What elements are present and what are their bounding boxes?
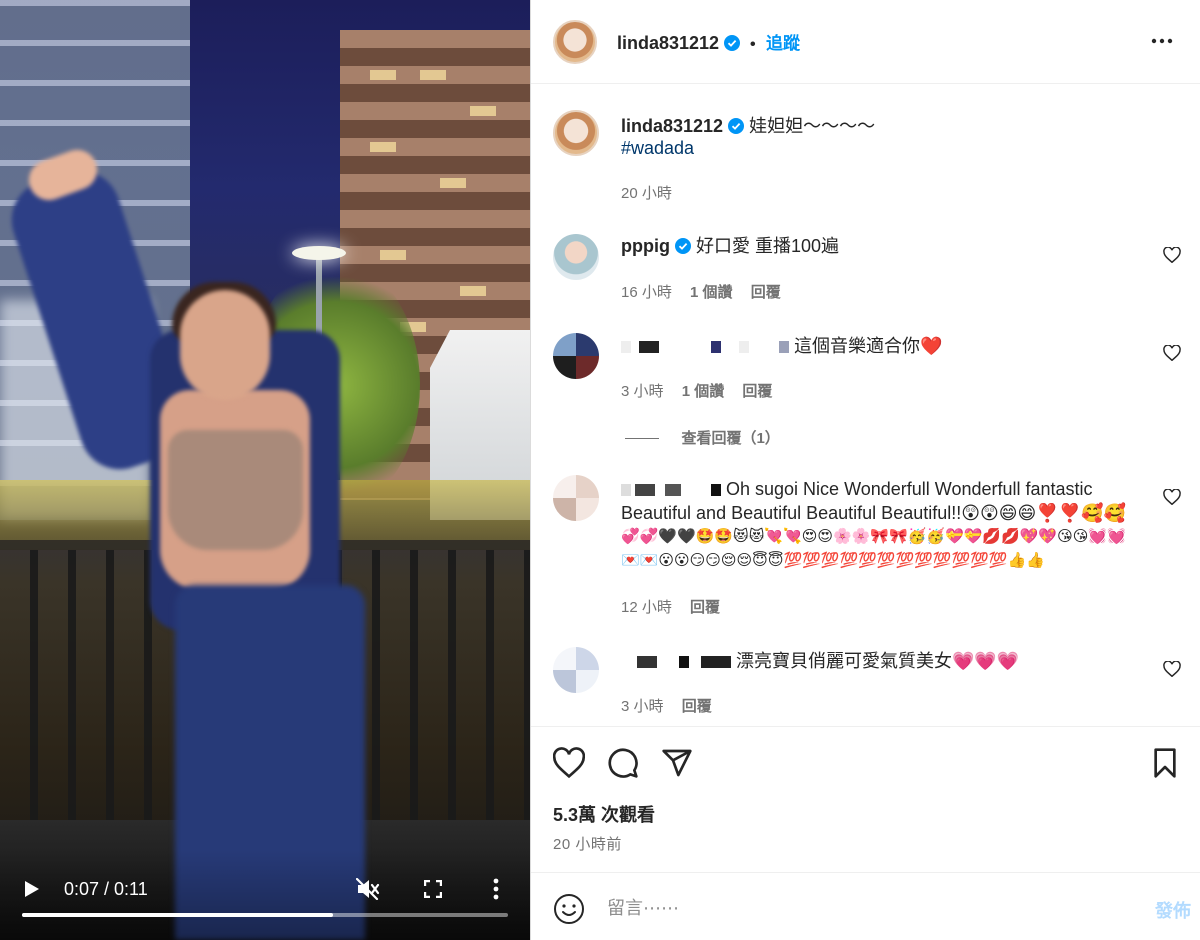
- verified-badge-icon: [728, 118, 745, 134]
- like-comment-icon[interactable]: [1163, 247, 1181, 263]
- reply-button[interactable]: 回覆: [751, 284, 781, 301]
- divider: [625, 438, 659, 440]
- comment-likes[interactable]: 1 個讚: [690, 284, 733, 301]
- view-replies-button[interactable]: 查看回覆（1）: [625, 427, 780, 448]
- post-comment-button[interactable]: 發佈: [1155, 897, 1191, 923]
- separator-dot: •: [749, 36, 756, 53]
- dancer: [0, 0, 530, 940]
- fullscreen-icon[interactable]: [424, 880, 442, 898]
- comment-text: Oh sugoi Nice Wonderfull Wonderfull fant…: [726, 479, 1093, 499]
- video-player[interactable]: 0:07 / 0:11: [0, 0, 530, 940]
- comment-input[interactable]: [607, 893, 1107, 923]
- comment-text: 漂亮寶貝俏麗可愛氣質美女💗💗💗: [736, 651, 1020, 671]
- caption-text: 娃妲妲～～～～: [749, 116, 876, 136]
- comment-text: 這個音樂適合你❤️: [794, 336, 943, 356]
- share-icon[interactable]: [661, 747, 693, 779]
- verified-badge-icon: [675, 238, 691, 254]
- reply-button[interactable]: 回覆: [690, 599, 720, 616]
- commenter-avatar[interactable]: [553, 234, 599, 280]
- more-options-icon[interactable]: [1151, 30, 1173, 52]
- like-comment-icon[interactable]: [1163, 345, 1181, 361]
- comment-time: 3 小時: [621, 383, 664, 400]
- commenter-avatar[interactable]: [553, 333, 599, 379]
- video-progress-fill: [22, 913, 334, 917]
- like-comment-icon[interactable]: [1163, 489, 1181, 505]
- author-avatar[interactable]: [553, 20, 597, 64]
- comment-text-line4: 💌💌😮😮😏😏😌😌😇😇💯💯💯💯💯💯💯💯💯💯💯💯👍👍: [621, 552, 1045, 569]
- comments-list: linda831212 娃妲妲～～～～ #wadada 20 小時 pppig …: [531, 85, 1200, 725]
- commenter-username[interactable]: pppig: [621, 236, 670, 256]
- author-username[interactable]: linda831212: [617, 33, 719, 53]
- caption-avatar[interactable]: [553, 110, 599, 156]
- reply-button[interactable]: 回覆: [682, 698, 712, 715]
- video-progress-bar[interactable]: [22, 913, 508, 917]
- comment-time: 16 小時: [621, 284, 672, 301]
- post-header: linda831212 • 追蹤: [531, 0, 1200, 84]
- more-options-icon[interactable]: [492, 878, 500, 900]
- post-panel: linda831212 • 追蹤 linda831212 娃妲妲～～～～ #wa…: [530, 0, 1200, 940]
- comment-time: 12 小時: [621, 599, 672, 616]
- comment-text-line2: Beautiful and Beautiful Beautiful Beauti…: [621, 503, 1126, 523]
- commenter-avatar[interactable]: [553, 475, 599, 521]
- comment-likes[interactable]: 1 個讚: [682, 383, 725, 400]
- comment-icon[interactable]: [607, 747, 639, 779]
- follow-button[interactable]: 追蹤: [766, 34, 800, 53]
- commenter-avatar[interactable]: [553, 647, 599, 693]
- post-timestamp[interactable]: 20 小時前: [553, 833, 622, 854]
- caption-username[interactable]: linda831212: [621, 116, 723, 136]
- hashtag-link[interactable]: #wadada: [621, 138, 694, 159]
- reply-button[interactable]: 回覆: [742, 383, 772, 400]
- comment-time: 3 小時: [621, 698, 664, 715]
- video-time: 0:07 / 0:11: [64, 879, 148, 899]
- verified-badge-icon: [723, 35, 740, 51]
- save-bookmark-icon[interactable]: [1149, 747, 1181, 779]
- view-replies-label: 查看回覆（1）: [681, 430, 780, 447]
- emoji-icon[interactable]: [553, 893, 585, 925]
- comment-composer: 發佈: [531, 872, 1200, 940]
- like-icon[interactable]: [553, 747, 585, 779]
- video-controls: 0:07 / 0:11: [0, 850, 530, 940]
- commenter-username-redacted[interactable]: [621, 479, 726, 499]
- play-icon[interactable]: [24, 880, 40, 898]
- post-actions: 5.3萬 次觀看 20 小時前: [531, 726, 1200, 872]
- like-comment-icon[interactable]: [1163, 661, 1181, 677]
- mute-icon[interactable]: [356, 878, 380, 900]
- commenter-username-redacted[interactable]: [621, 336, 794, 356]
- caption-time: 20 小時: [621, 185, 672, 202]
- commenter-username-redacted[interactable]: [621, 651, 736, 671]
- view-count[interactable]: 5.3萬 次觀看: [553, 801, 655, 827]
- comment-text-line3: 💞💞🖤🖤🤩🤩😻😻💘💘😍😍🌸🌸🎀🎀🥳🥳💝💝💋💋💖💖😘😘💓💓: [621, 528, 1126, 545]
- comment-text: 好口愛 重播100遍: [696, 236, 840, 256]
